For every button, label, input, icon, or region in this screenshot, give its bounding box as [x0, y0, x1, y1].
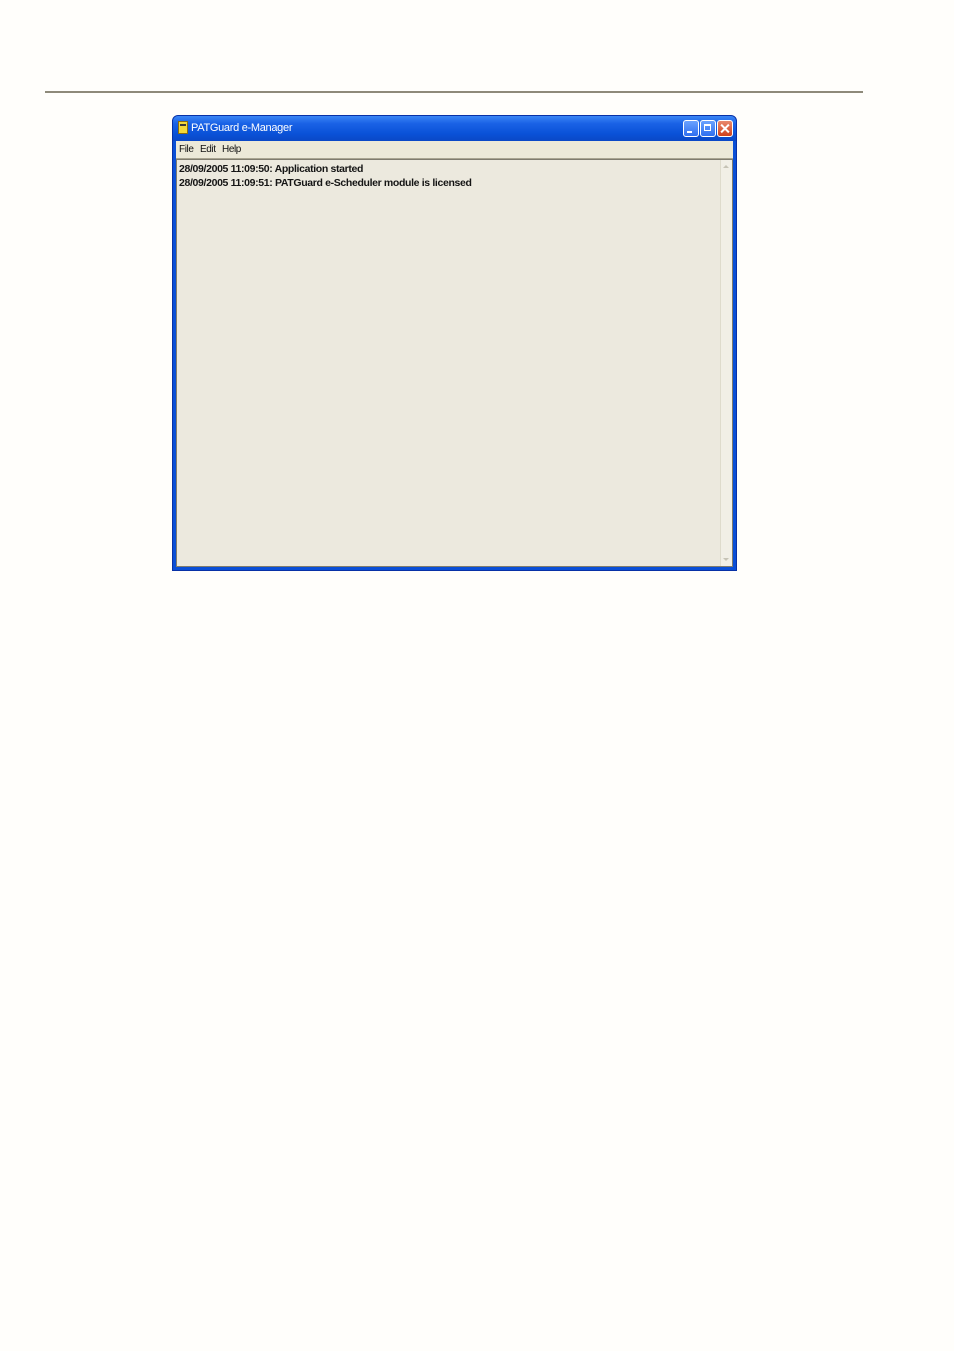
title-bar[interactable]: PATGuard e-Manager [173, 116, 736, 141]
scroll-down-icon[interactable] [723, 558, 729, 561]
menu-edit[interactable]: Edit [200, 144, 216, 155]
app-window: PATGuard e-Manager File Edit Help 28/09/… [172, 115, 737, 571]
document-page: PATGuard e-Manager File Edit Help 28/09/… [0, 0, 954, 1351]
log-entry: 28/09/2005 11:09:51: PATGuard e-Schedule… [179, 177, 472, 189]
header-rule [45, 91, 863, 93]
menu-file[interactable]: File [179, 144, 194, 155]
vertical-scrollbar[interactable] [720, 160, 732, 566]
menu-help[interactable]: Help [222, 144, 241, 155]
log-list: 28/09/2005 11:09:50: Application started… [179, 162, 718, 190]
log-entry: 28/09/2005 11:09:50: Application started [179, 163, 364, 175]
minimize-icon[interactable] [683, 120, 699, 137]
scroll-up-icon[interactable] [723, 165, 729, 168]
close-icon[interactable] [717, 120, 733, 137]
menu-bar: File Edit Help [176, 141, 733, 159]
maximize-icon[interactable] [700, 120, 716, 137]
app-icon[interactable] [178, 121, 188, 134]
window-title: PATGuard e-Manager [191, 122, 293, 134]
log-area[interactable]: 28/09/2005 11:09:50: Application started… [176, 159, 733, 567]
